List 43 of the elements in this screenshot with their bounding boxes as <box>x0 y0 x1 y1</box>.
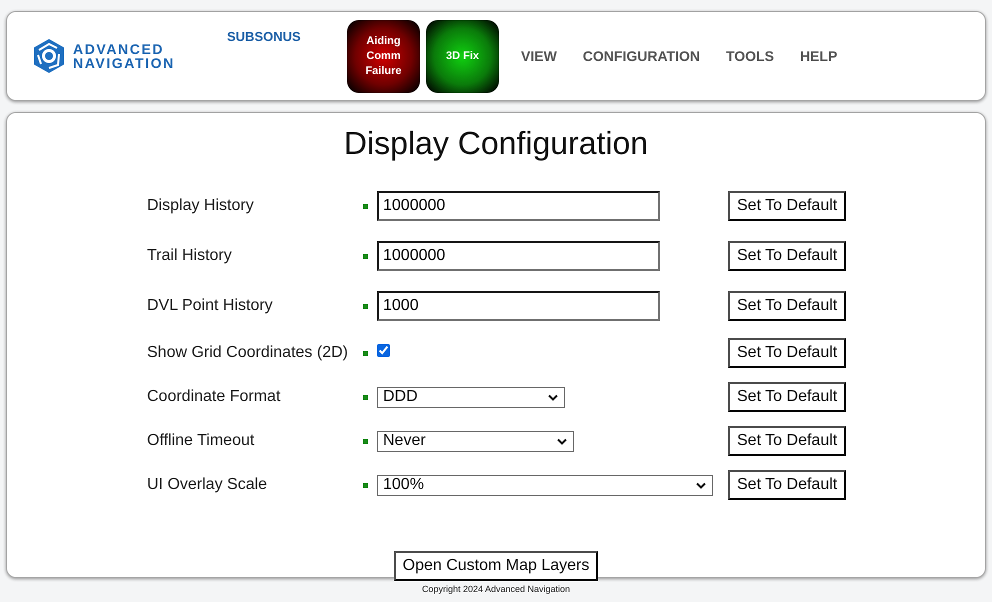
set-to-default-button[interactable]: Set To Default <box>728 241 846 271</box>
dropdown[interactable]: Never <box>377 430 574 452</box>
chevron-down-icon <box>548 394 558 400</box>
set-to-default-button[interactable]: Set To Default <box>728 338 846 368</box>
status-square-icon <box>363 204 368 208</box>
dropdown[interactable]: DDD <box>377 386 565 408</box>
text-field[interactable]: 1000000 <box>377 191 660 221</box>
set-to-default-button[interactable]: Set To Default <box>728 291 846 321</box>
chevron-down-icon <box>696 482 706 488</box>
chevron-down-icon <box>557 438 567 444</box>
setting-label: Coordinate Format <box>147 388 282 406</box>
dropdown[interactable]: 100% <box>377 474 713 496</box>
status-indicator: 3D Fix <box>426 20 499 92</box>
setting-label: Display History <box>147 197 255 215</box>
menu-item[interactable]: TOOLS <box>726 48 774 64</box>
status-square-icon <box>363 394 368 400</box>
device-name: SUBSONUS <box>227 29 302 44</box>
logo-text: ADVANCED NAVIGATION <box>73 42 176 70</box>
set-to-default-button[interactable]: Set To Default <box>728 191 846 221</box>
set-to-default-button[interactable]: Set To Default <box>728 470 846 500</box>
menu-item[interactable]: CONFIGURATION <box>582 48 700 64</box>
menu-item[interactable]: VIEW <box>521 48 557 64</box>
status-square-icon <box>363 482 368 488</box>
checkbox[interactable] <box>377 344 390 357</box>
status-indicator: Aiding Comm Failure <box>347 20 420 92</box>
set-to-default-button[interactable]: Set To Default <box>728 426 846 456</box>
menu-item[interactable]: HELP <box>800 48 838 64</box>
setting-label: Offline Timeout <box>147 432 256 450</box>
status-square-icon <box>363 350 368 356</box>
status-square-icon <box>363 254 368 258</box>
setting-label: Trail History <box>147 247 233 265</box>
text-field[interactable]: 1000000 <box>377 241 660 271</box>
status-square-icon <box>363 304 368 308</box>
setting-label: Show Grid Coordinates (2D) <box>147 344 349 362</box>
set-to-default-button[interactable]: Set To Default <box>728 382 846 412</box>
setting-label: DVL Point History <box>147 297 274 315</box>
setting-label: UI Overlay Scale <box>147 476 268 494</box>
globe-logo-icon <box>31 38 67 74</box>
page-title: Display Configuration <box>344 125 648 162</box>
copyright-text: Copyright 2024 Advanced Navigation <box>420 584 572 594</box>
text-field[interactable]: 1000 <box>377 291 660 321</box>
status-square-icon <box>363 438 368 444</box>
open-custom-map-layers-button[interactable]: Open Custom Map Layers <box>394 551 598 581</box>
